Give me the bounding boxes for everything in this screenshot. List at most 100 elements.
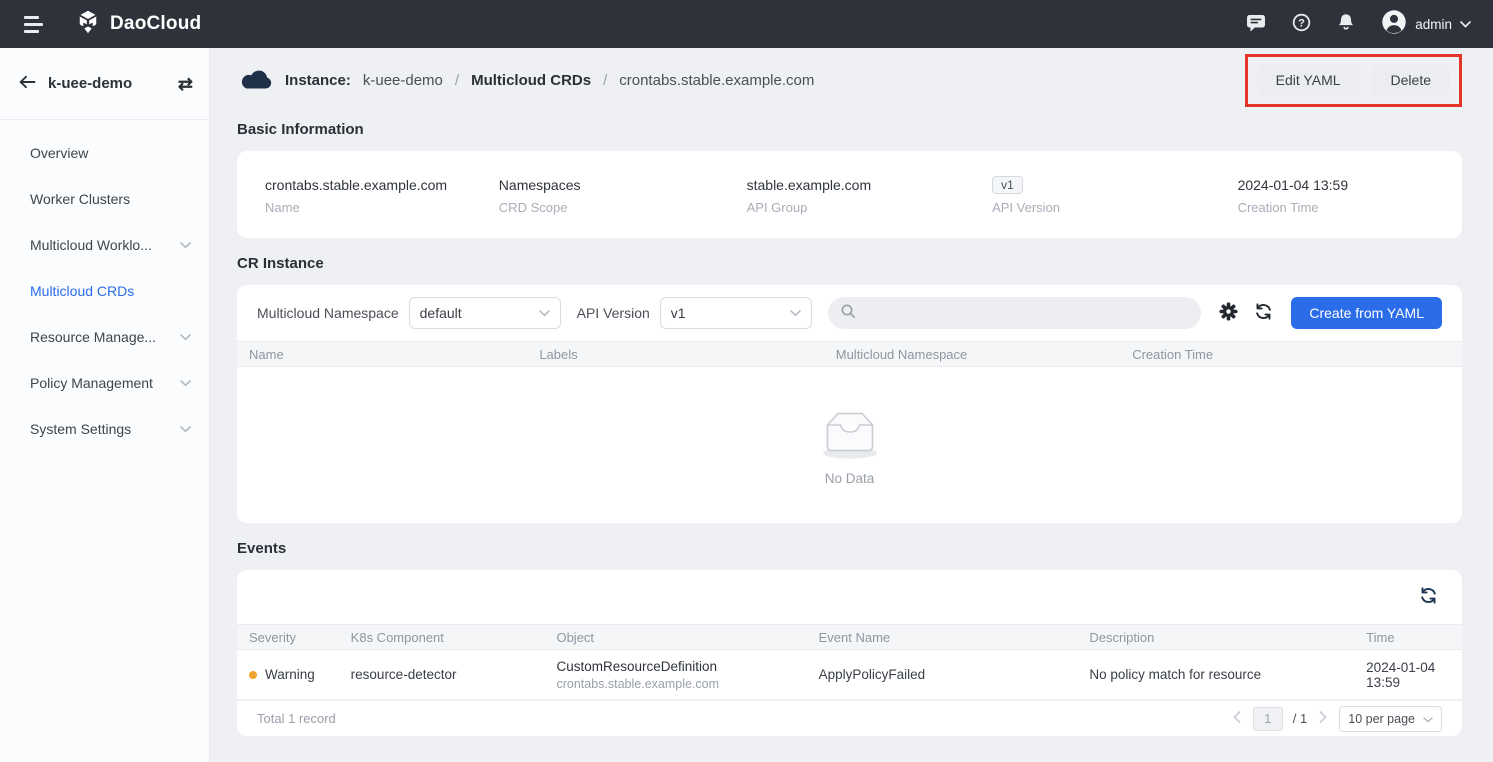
edit-yaml-button[interactable]: Edit YAML (1257, 64, 1360, 97)
column-header-description: Description (1077, 630, 1354, 645)
refresh-icon (1254, 302, 1273, 324)
previous-page-button[interactable] (1231, 709, 1243, 728)
cr-instance-title: CR Instance (237, 255, 1462, 272)
switch-instance-button[interactable]: ⇄ (178, 75, 193, 93)
field-api-group: stable.example.com API Group (747, 174, 992, 215)
field-value: crontabs.stable.example.com (265, 174, 499, 196)
cr-empty-state: No Data (237, 367, 1462, 523)
sidebar-item-label: Policy Management (30, 375, 153, 391)
brand[interactable]: DaoCloud (75, 9, 201, 40)
sidebar-item-multicloud-crds[interactable]: Multicloud CRDs (0, 268, 209, 314)
table-settings-button[interactable] (1215, 298, 1242, 328)
api-version-select-value: v1 (671, 305, 686, 321)
namespace-select[interactable]: default (409, 297, 561, 329)
page-header: Instance: k-uee-demo / Multicloud CRDs /… (237, 56, 1462, 104)
column-header-time: Time (1354, 630, 1462, 645)
object-cell: CustomResourceDefinition crontabs.stable… (544, 659, 806, 691)
messages-button[interactable] (1246, 14, 1266, 35)
brand-name: DaoCloud (110, 13, 201, 35)
column-header-name: Name (237, 347, 527, 362)
bell-icon (1337, 13, 1355, 35)
sidebar-item-resource-management[interactable]: Resource Manage... (0, 314, 209, 360)
sidebar-item-multicloud-workloads[interactable]: Multicloud Worklo... (0, 222, 209, 268)
cr-instance-card: Multicloud Namespace default API Version… (237, 285, 1462, 523)
search-box[interactable] (828, 297, 1202, 329)
field-label: Name (265, 200, 499, 215)
chevron-down-icon (180, 380, 191, 387)
k8s-component-cell: resource-detector (339, 667, 545, 682)
api-version-filter-label: API Version (577, 305, 650, 321)
column-header-object: Object (544, 630, 806, 645)
back-button[interactable] (16, 73, 38, 94)
column-header-severity: Severity (237, 630, 339, 645)
time-cell: 2024-01-04 13:59 (1354, 660, 1462, 690)
breadcrumb-item-multicloud-crds[interactable]: Multicloud CRDs (471, 72, 591, 89)
field-crd-scope: Namespaces CRD Scope (499, 174, 747, 215)
per-page-value: 10 per page (1348, 712, 1415, 726)
sidebar-item-policy-management[interactable]: Policy Management (0, 360, 209, 406)
main-content: Instance: k-uee-demo / Multicloud CRDs /… (210, 48, 1493, 762)
field-value: 2024-01-04 13:59 (1238, 174, 1434, 196)
sidebar-nav: Overview Worker Clusters Multicloud Work… (0, 120, 209, 452)
next-page-button[interactable] (1317, 709, 1329, 728)
gear-icon (1219, 302, 1238, 324)
column-header-multicloud-namespace: Multicloud Namespace (824, 347, 1120, 362)
column-header-k8s-component: K8s Component (339, 630, 545, 645)
notifications-button[interactable] (1337, 13, 1355, 35)
object-kind: CustomResourceDefinition (556, 659, 806, 674)
user-menu[interactable]: admin (1381, 9, 1471, 40)
avatar-icon (1381, 9, 1407, 40)
no-data-tray-icon (813, 405, 887, 464)
page-number-input[interactable] (1253, 707, 1283, 731)
username: admin (1415, 17, 1452, 32)
sidebar-item-worker-clusters[interactable]: Worker Clusters (0, 176, 209, 222)
column-header-labels: Labels (527, 347, 823, 362)
per-page-select[interactable]: 10 per page (1339, 706, 1442, 732)
layout: k-uee-demo ⇄ Overview Worker Clusters Mu… (0, 48, 1493, 762)
field-label: Creation Time (1238, 200, 1434, 215)
events-toolbar (237, 570, 1462, 624)
cr-table-header: Name Labels Multicloud Namespace Creatio… (237, 341, 1462, 367)
api-version-select[interactable]: v1 (660, 297, 812, 329)
chevron-down-icon (1460, 15, 1471, 33)
description-cell: No policy match for resource (1077, 667, 1354, 682)
topbar: DaoCloud ? (0, 0, 1493, 48)
svg-text:?: ? (1298, 17, 1305, 29)
app-root: DaoCloud ? (0, 0, 1493, 762)
cr-instance-filters: Multicloud Namespace default API Version… (237, 285, 1462, 341)
daocloud-logo-icon (75, 9, 101, 40)
sidebar-item-overview[interactable]: Overview (0, 130, 209, 176)
field-label: API Version (992, 200, 1237, 215)
search-input[interactable] (864, 306, 1190, 321)
basic-information-card: crontabs.stable.example.com Name Namespa… (237, 151, 1462, 238)
help-button[interactable]: ? (1292, 13, 1311, 35)
create-from-yaml-button[interactable]: Create from YAML (1291, 297, 1442, 329)
chevron-down-icon (790, 310, 801, 317)
search-icon (840, 303, 856, 324)
field-label: API Group (747, 200, 992, 215)
field-value: stable.example.com (747, 174, 992, 196)
chevron-left-icon (1233, 711, 1241, 726)
cloud-icon (237, 65, 275, 96)
breadcrumb-item-crd-name: crontabs.stable.example.com (619, 72, 814, 89)
chevron-down-icon (180, 426, 191, 433)
chevron-down-icon (1423, 712, 1433, 726)
total-records-text: Total 1 record (257, 711, 336, 726)
workspace-title: k-uee-demo (48, 75, 132, 92)
event-name-cell: ApplyPolicyFailed (807, 667, 1078, 682)
sidebar-item-system-settings[interactable]: System Settings (0, 406, 209, 452)
delete-button[interactable]: Delete (1372, 64, 1450, 97)
topbar-right: ? (1246, 9, 1471, 40)
sidebar-item-label: Multicloud Worklo... (30, 237, 152, 253)
switch-instance-icon: ⇄ (178, 74, 193, 94)
basic-information-title: Basic Information (237, 121, 1462, 138)
events-refresh-button[interactable] (1415, 582, 1442, 612)
api-version-badge: v1 (992, 176, 1023, 194)
sidebar-item-label: Overview (30, 145, 88, 161)
pagination: / 1 10 per page (1231, 706, 1442, 732)
breadcrumb-item-instance[interactable]: k-uee-demo (363, 72, 443, 89)
column-header-event-name: Event Name (807, 630, 1078, 645)
menu-toggle-button[interactable] (18, 10, 49, 39)
refresh-button[interactable] (1250, 298, 1277, 328)
sidebar-item-label: Resource Manage... (30, 329, 156, 345)
